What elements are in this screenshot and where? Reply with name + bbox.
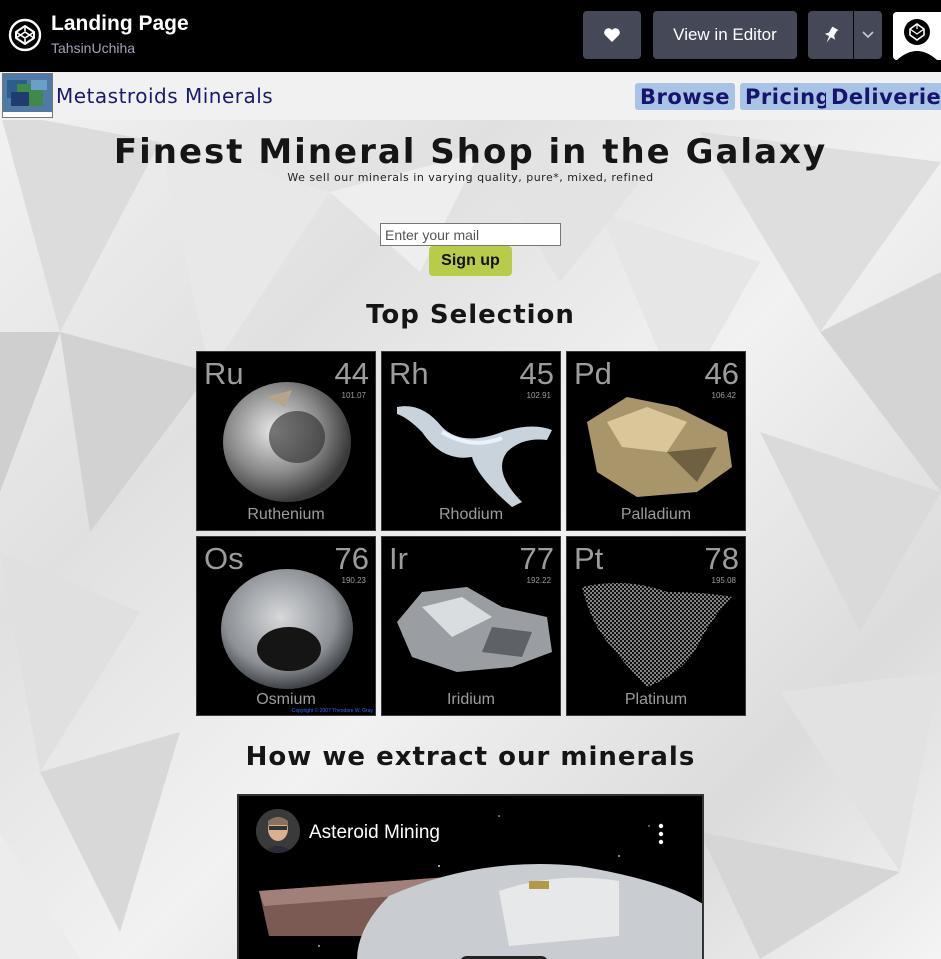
element-number: 46 [704,356,739,391]
element-symbol: Rh [389,356,429,391]
element-symbol: Os [204,541,244,576]
element-grid: Ru 44 101.07 Ruthenium Rh 45 102.91 Rhod… [196,351,747,716]
image-copyright: Copyright © 2007 Theodore W. Gray [291,708,373,714]
element-tile-platinum[interactable]: Pt 78 195.08 Platinum [566,536,746,716]
heart-icon [604,28,620,42]
video-embed[interactable]: Asteroid Mining [237,794,704,959]
element-symbol: Ru [204,356,244,391]
more-options-icon[interactable] [654,822,668,846]
element-mass: 192.22 [526,576,551,585]
channel-avatar[interactable] [256,809,300,853]
view-in-editor-button[interactable]: View in Editor [653,11,797,59]
element-number: 77 [519,541,554,576]
nav-browse-link[interactable]: Browse [635,83,735,110]
element-name: Osmium [256,691,316,708]
brand-logo[interactable] [2,73,53,118]
pen-preview: Metastroids Minerals Browse Pricing Deli… [0,72,941,959]
email-input[interactable] [380,223,561,246]
element-tile-iridium[interactable]: Ir 77 192.22 Iridium [381,536,561,716]
pen-author[interactable]: TahsinUchiha [51,40,135,56]
element-name: Platinum [624,691,688,708]
video-title[interactable]: Asteroid Mining [309,822,440,844]
hero-subtitle: We sell our minerals in varying quality,… [287,171,654,184]
element-name: Ruthenium [247,506,325,523]
codepen-logo-icon[interactable] [8,18,42,52]
element-number: 44 [334,356,369,391]
like-button[interactable] [583,11,641,59]
element-mass: 102.91 [526,391,551,400]
nav-pricing-link[interactable]: Pricing [740,83,837,110]
nav-deliveries-link[interactable]: Deliveries [826,83,941,110]
extract-title: How we extract our minerals [245,742,696,772]
element-name: Palladium [620,506,692,523]
site-navbar: Metastroids Minerals Browse Pricing Deli… [0,72,941,120]
signup-button[interactable]: Sign up [429,246,512,276]
element-number: 45 [519,356,554,391]
pen-title: Landing Page [51,12,189,35]
brand-name[interactable]: Metastroids Minerals [56,84,273,108]
element-tile-rhodium[interactable]: Rh 45 102.91 Rhodium [381,351,561,531]
chevron-down-icon [862,31,874,39]
element-mass: 101.07 [341,391,366,400]
video-thumbnail [239,796,702,959]
element-symbol: Pd [574,356,612,391]
element-number: 78 [704,541,739,576]
avatar[interactable] [893,12,941,60]
element-mass: 190.23 [341,576,366,585]
element-symbol: Pt [574,541,604,576]
top-selection-title: Top Selection [366,300,575,330]
element-mass: 195.08 [711,576,736,585]
pin-button[interactable] [808,11,853,59]
pin-options-button[interactable] [854,11,882,59]
codepen-header: Landing Page TahsinUchiha View in Editor [0,0,941,72]
element-tile-osmium[interactable]: Os 76 190.23 Osmium Copyright © 2007 The… [196,536,376,716]
element-name: Rhodium [438,506,504,523]
element-number: 76 [334,541,369,576]
element-tile-ruthenium[interactable]: Ru 44 101.07 Ruthenium [196,351,376,531]
element-mass: 106.42 [711,391,736,400]
element-tile-palladium[interactable]: Pd 46 106.42 Palladium [566,351,746,531]
hero-title: Finest Mineral Shop in the Galaxy [113,132,828,172]
element-symbol: Ir [389,541,408,576]
pin-icon [824,26,838,43]
element-name: Iridium [446,691,495,708]
